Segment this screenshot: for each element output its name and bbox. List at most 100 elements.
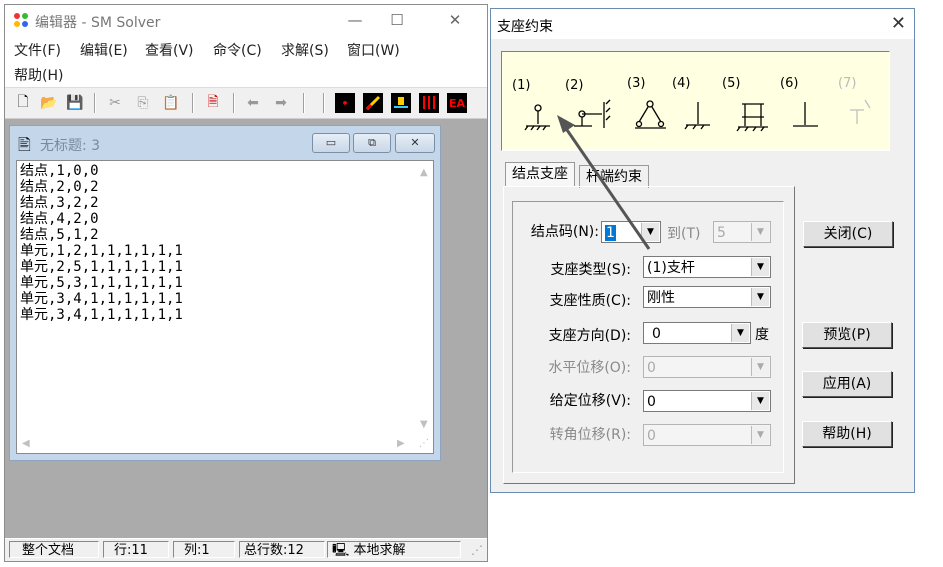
tab-node-support[interactable]: 结点支座 bbox=[505, 162, 575, 187]
text-line[interactable]: 结点,5,1,2 bbox=[20, 227, 183, 243]
maximize-button[interactable]: ☐ bbox=[377, 9, 417, 31]
horizontal-displacement-select[interactable]: 0 ▼ bbox=[643, 356, 771, 378]
load-tool-icon[interactable] bbox=[419, 93, 439, 113]
ea-tool-icon[interactable]: EA bbox=[447, 93, 467, 113]
open-folder-icon[interactable]: 📂 bbox=[39, 93, 59, 113]
size-grip-icon[interactable]: ⋰ bbox=[471, 543, 483, 557]
toolbar-separator bbox=[192, 93, 194, 113]
status-col: 列:1 bbox=[173, 541, 235, 558]
support-nature-value: 刚性 bbox=[647, 290, 675, 306]
document-restore-button[interactable]: ⧉ bbox=[353, 133, 391, 153]
support-type-select[interactable]: (1)支杆 ▼ bbox=[643, 256, 771, 278]
chevron-down-icon[interactable]: ▼ bbox=[751, 392, 769, 410]
text-line[interactable]: 单元,1,2,1,1,1,1,1,1 bbox=[20, 243, 183, 259]
scroll-right-icon[interactable]: ▶ bbox=[397, 438, 405, 449]
direction-value: 0 bbox=[652, 326, 661, 342]
copy-icon[interactable]: ⎘ bbox=[133, 93, 153, 113]
rotation-displacement-select[interactable]: 0 ▼ bbox=[643, 424, 771, 446]
scroll-left-icon[interactable]: ◀ bbox=[22, 438, 30, 449]
text-line[interactable]: 结点,1,0,0 bbox=[20, 163, 183, 179]
to-select[interactable]: 5 ▼ bbox=[713, 221, 771, 243]
dialog-title-bar[interactable]: 支座约束 ✕ bbox=[491, 9, 914, 39]
chevron-down-icon[interactable]: ▼ bbox=[641, 223, 659, 241]
text-line[interactable]: 单元,5,3,1,1,1,1,1,1 bbox=[20, 275, 183, 291]
support-nature-label: 支座性质(C): bbox=[549, 293, 631, 309]
cut-icon[interactable]: ✂ bbox=[105, 93, 125, 113]
direction-label: 支座方向(D): bbox=[548, 328, 631, 344]
vertical-scrollbar[interactable]: ▲ ▼ bbox=[416, 161, 433, 436]
status-solve-mode: 🖳 本地求解 bbox=[327, 541, 461, 558]
close-button[interactable]: ✕ bbox=[435, 9, 475, 31]
save-icon[interactable]: 💾 bbox=[65, 93, 85, 113]
size-grip-icon[interactable]: ⋰ bbox=[419, 438, 429, 449]
given-displacement-select[interactable]: 0 ▼ bbox=[643, 390, 771, 412]
menu-file[interactable]: 文件(F) bbox=[14, 40, 61, 60]
support-symbols-icon bbox=[524, 99, 871, 132]
toolbar-separator bbox=[94, 93, 96, 113]
horizontal-displacement-value: 0 bbox=[647, 360, 656, 376]
chevron-down-icon[interactable]: ▼ bbox=[751, 358, 769, 376]
check-document-icon[interactable]: 🗎 bbox=[203, 93, 223, 113]
document-title: 无标题: 3 bbox=[40, 138, 101, 154]
editor-title: 编辑器 - SM Solver bbox=[35, 15, 161, 31]
help-button[interactable]: 帮助(H) bbox=[802, 421, 892, 447]
support-nature-select[interactable]: 刚性 ▼ bbox=[643, 286, 771, 308]
node-code-select[interactable]: 1 ▼ bbox=[601, 221, 661, 243]
preview-button[interactable]: 预览(P) bbox=[802, 322, 892, 348]
text-line[interactable]: 结点,3,2,2 bbox=[20, 195, 183, 211]
menu-window[interactable]: 窗口(W) bbox=[347, 40, 400, 60]
tab-member-end-constraint[interactable]: 杆端约束 bbox=[579, 165, 649, 188]
minimize-button[interactable]: — bbox=[335, 9, 375, 31]
paste-icon[interactable]: 📋 bbox=[161, 93, 181, 113]
text-line[interactable]: 结点,4,2,0 bbox=[20, 211, 183, 227]
status-scope: 整个文档 bbox=[9, 541, 99, 558]
document-content[interactable]: 结点,1,0,0 结点,2,0,2 结点,3,2,2 结点,4,2,0 结点,5,1,2… bbox=[20, 163, 183, 323]
chevron-down-icon[interactable]: ▼ bbox=[751, 426, 769, 444]
menu-bar: 文件(F) 编辑(E) 查看(V) 命令(C) 求解(S) 窗口(W) 帮助(H… bbox=[5, 35, 487, 87]
support-type-preview[interactable]: (1) (2) (3) (4) (5) (6) (7) bbox=[501, 51, 890, 151]
menu-help[interactable]: 帮助(H) bbox=[14, 65, 63, 85]
menu-solve[interactable]: 求解(S) bbox=[281, 40, 329, 60]
menu-edit[interactable]: 编辑(E) bbox=[80, 40, 128, 60]
document-text-area[interactable]: 结点,1,0,0 结点,2,0,2 结点,3,2,2 结点,4,2,0 结点,5,1,2… bbox=[16, 160, 434, 454]
chevron-down-icon[interactable]: ▼ bbox=[731, 324, 749, 342]
apply-button[interactable]: 应用(A) bbox=[802, 371, 892, 397]
element-tool-icon[interactable] bbox=[363, 93, 383, 113]
document-close-button[interactable]: ✕ bbox=[395, 133, 435, 153]
toolbar-separator bbox=[303, 93, 305, 113]
support-constraint-dialog: 支座约束 ✕ (1) (2) (3) (4) (5) (6) (7) 结点支座 … bbox=[490, 8, 915, 493]
status-solve-mode-text: 本地求解 bbox=[353, 543, 406, 558]
chevron-down-icon[interactable]: ▼ bbox=[751, 288, 769, 306]
support-type-value: (1)支杆 bbox=[647, 260, 695, 276]
document-minimize-button[interactable]: ▭ bbox=[312, 133, 350, 153]
editor-title-bar[interactable]: 编辑器 - SM Solver — ☐ ✕ bbox=[5, 5, 487, 35]
chevron-down-icon[interactable]: ▼ bbox=[751, 223, 769, 241]
dialog-close-icon[interactable]: ✕ bbox=[891, 13, 906, 34]
toolbar-separator bbox=[233, 93, 235, 113]
text-line[interactable]: 单元,2,5,1,1,1,1,1,1 bbox=[20, 259, 183, 275]
text-line[interactable]: 结点,2,0,2 bbox=[20, 179, 183, 195]
scroll-down-icon[interactable]: ▼ bbox=[420, 419, 428, 430]
text-line[interactable]: 单元,3,4,1,1,1,1,1,1 bbox=[20, 291, 183, 307]
menu-view[interactable]: 查看(V) bbox=[145, 40, 194, 60]
document-title-bar[interactable]: 🖹 无标题: 3 ▭ ⧉ ✕ bbox=[10, 126, 440, 158]
chevron-down-icon[interactable]: ▼ bbox=[751, 258, 769, 276]
document-window: 🖹 无标题: 3 ▭ ⧉ ✕ 结点,1,0,0 结点,2,0,2 结点,3,2,2 结… bbox=[9, 125, 441, 461]
node-code-label: 结点码(N): bbox=[530, 224, 599, 240]
scroll-up-icon[interactable]: ▲ bbox=[420, 167, 428, 178]
node-tool-icon[interactable]: • bbox=[335, 93, 355, 113]
close-dialog-button[interactable]: 关闭(C) bbox=[803, 221, 893, 247]
arrow-left-icon[interactable]: ⬅ bbox=[243, 93, 263, 113]
rotation-displacement-value: 0 bbox=[647, 428, 656, 444]
new-file-icon[interactable]: 🗋 bbox=[13, 93, 33, 113]
menu-command[interactable]: 命令(C) bbox=[213, 40, 262, 60]
support-tool-icon[interactable] bbox=[391, 93, 411, 113]
horizontal-scrollbar[interactable]: ◀ ▶ ⋰ bbox=[17, 436, 433, 453]
direction-select[interactable]: 0 ▼ bbox=[643, 322, 751, 344]
toolbar: 🗋 📂 💾 ✂ ⎘ 📋 🗎 ⬅ ➡ • EA bbox=[5, 87, 487, 119]
computer-icon: 🖳 bbox=[332, 543, 354, 558]
rotation-displacement-label: 转角位移(R): bbox=[549, 427, 631, 443]
text-line[interactable]: 单元,3,4,1,1,1,1,1,1 bbox=[20, 307, 183, 323]
arrow-right-icon[interactable]: ➡ bbox=[271, 93, 291, 113]
status-row: 行:11 bbox=[103, 541, 169, 558]
